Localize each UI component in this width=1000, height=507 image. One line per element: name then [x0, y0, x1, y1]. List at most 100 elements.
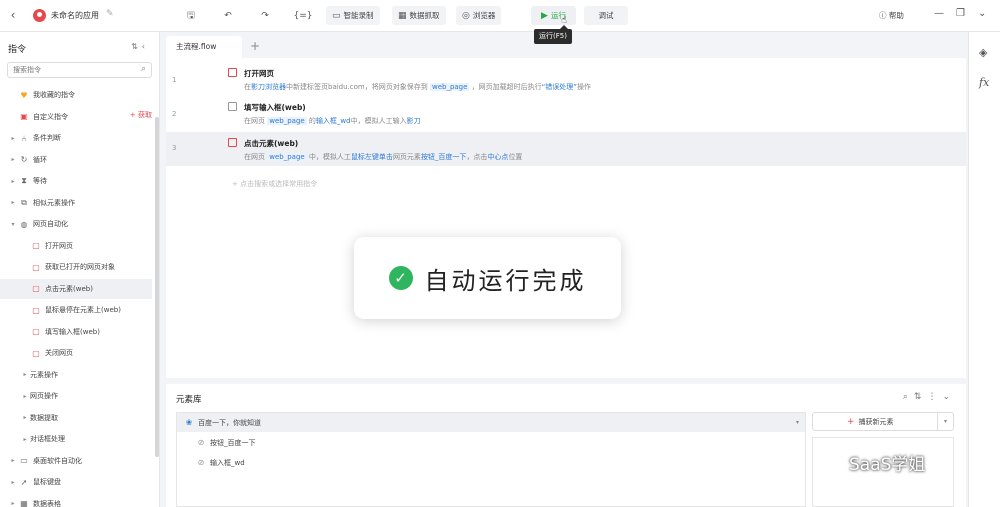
add-instruction-hint[interactable]: + 点击搜索或选择常用指令	[232, 179, 317, 189]
get-custom-link[interactable]: + 获取	[130, 110, 152, 120]
chevron-right-icon[interactable]: ▸	[20, 393, 30, 400]
sort-icon[interactable]: ⇅	[914, 392, 928, 402]
scrollbar[interactable]	[155, 117, 159, 457]
smart-record-button[interactable]: ▭ 智能录制	[326, 6, 380, 25]
app-name[interactable]: 未命名的应用	[51, 10, 99, 21]
element-item[interactable]: ⊘ 按钮_百度一下	[177, 433, 805, 452]
chevron-right-icon[interactable]: ▸	[20, 436, 30, 443]
tree-item[interactable]: ▢ 点击元素(web)	[0, 278, 152, 299]
param-token[interactable]: 按钮_百度一下	[421, 153, 467, 161]
layers-icon[interactable]: ◈	[979, 46, 987, 59]
param-token[interactable]: “错误处理”	[542, 83, 577, 91]
tree-item[interactable]: ▸ ⧉ 相似元素操作	[0, 193, 152, 213]
more-icon[interactable]: ⋮	[927, 392, 942, 402]
back-chevron-icon[interactable]: ‹	[6, 8, 20, 22]
function-icon[interactable]: fx	[979, 76, 989, 89]
tree-item[interactable]: ▸ ⧗ 等待	[0, 171, 152, 191]
chevron-right-icon[interactable]: ▸	[8, 135, 18, 142]
completion-toast: ✓ 自动运行完成	[354, 237, 621, 319]
tree-item[interactable]: ▸ ▦ 数据表格	[0, 494, 152, 507]
chevron-right-icon[interactable]: ▸	[20, 371, 30, 378]
braces-icon: {=}	[293, 10, 313, 21]
library-tools: ⌕⇅⋮⌄	[903, 392, 956, 402]
variable-token[interactable]: web_page	[267, 117, 307, 125]
param-token[interactable]: 输入框_wd	[316, 117, 351, 125]
chevron-down-icon[interactable]: ▾	[937, 413, 953, 430]
tree-item[interactable]: ▾ ◍ 网页自动化	[0, 214, 152, 234]
variables-button[interactable]: {=}	[293, 6, 313, 25]
param-token[interactable]: 鼠标左键单击	[351, 153, 393, 161]
chevron-right-icon[interactable]: ▸	[8, 178, 18, 185]
help-button[interactable]: ⓘ 帮助	[879, 10, 904, 21]
add-tab-icon[interactable]: +	[250, 39, 260, 53]
page-icon: ▢	[32, 348, 40, 358]
save-icon: 🖫	[187, 10, 195, 21]
instruction-search: ⌕	[7, 62, 152, 78]
tree-item[interactable]: ▸ ⑃ 条件判断	[0, 128, 152, 148]
tree-item[interactable]: ▸ 对话框处理	[0, 429, 152, 449]
browser-label: 浏览器	[472, 11, 496, 20]
chevron-down-icon[interactable]: ▾	[8, 221, 18, 228]
minimize-icon[interactable]: —	[934, 8, 944, 19]
redo-button[interactable]: ↷	[258, 6, 272, 25]
data-capture-button[interactable]: ▦ 数据抓取	[392, 6, 446, 25]
capture-element-button[interactable]: + 捕获新元素 ▾	[812, 412, 954, 431]
browser-button[interactable]: ◎ 浏览器	[456, 6, 502, 25]
tree-item[interactable]: ▸ 数据提取	[0, 408, 152, 428]
tree-item[interactable]: ▸ ▭ 桌面软件自动化	[0, 451, 152, 471]
search-icon[interactable]: ⌕	[903, 392, 914, 402]
flow-step-selected[interactable]: 3 点击元素(web) 在网页 web_page 中，模拟人工鼠标左键单击网页元…	[166, 132, 966, 166]
tree-item[interactable]: ▸ ↻ 循环	[0, 150, 152, 170]
desc-text: 中，模拟人工	[306, 153, 351, 161]
undo-button[interactable]: ↶	[221, 6, 235, 25]
tree-item[interactable]: ▢ 填写输入框(web)	[0, 322, 152, 342]
chevron-right-icon[interactable]: ▸	[8, 479, 18, 486]
tree-item[interactable]: ▢ 获取已打开的网页对象	[0, 257, 152, 277]
tree-item[interactable]: ▢ 关闭网页	[0, 343, 152, 363]
chevron-right-icon[interactable]: ▸	[8, 500, 18, 507]
param-token[interactable]: 影刀	[407, 117, 421, 125]
variable-token[interactable]: web_page	[429, 83, 470, 91]
search-icon[interactable]: ⌕	[141, 64, 146, 74]
desc-text: 位置	[508, 153, 523, 161]
tree-item[interactable]: ▸ 元素操作	[0, 365, 152, 385]
element-group[interactable]: ❀ 百度一下，你就知道 ▾	[177, 413, 805, 432]
collapse-icon[interactable]: ⌄	[942, 392, 956, 402]
desc-text: ，点击	[466, 153, 488, 161]
element-list: ❀ 百度一下，你就知道 ▾ ⊘ 按钮_百度一下 ⊘ 输入框_wd	[176, 412, 806, 507]
tree-item-label: 桌面软件自动化	[33, 456, 82, 465]
undo-icon: ↶	[224, 10, 232, 21]
param-token[interactable]: 影刀浏览器	[251, 83, 286, 91]
chevron-down-icon[interactable]: ▾	[796, 419, 799, 426]
variable-token[interactable]: web_page	[267, 153, 307, 161]
capture-label: 捕获新元素	[858, 417, 894, 426]
help-icon: ⓘ	[879, 11, 887, 20]
tree-item[interactable]: ▸ 网页操作	[0, 386, 152, 406]
help-label: 帮助	[888, 11, 904, 20]
run-button[interactable]: ▶ 运行	[531, 6, 576, 25]
tree-item[interactable]: ▸ ➚ 鼠标键盘	[0, 472, 152, 492]
search-input[interactable]	[8, 63, 128, 77]
chevron-right-icon[interactable]: ▸	[8, 457, 18, 464]
debug-button[interactable]: 调试	[584, 6, 628, 25]
tree-item[interactable]: ♥ 我收藏的指令	[0, 85, 152, 105]
chevron-right-icon[interactable]: ▸	[20, 414, 30, 421]
group-label: 百度一下，你就知道	[198, 418, 261, 427]
branch-icon: ⑃	[21, 133, 27, 143]
param-token[interactable]: 中心点	[487, 153, 508, 161]
flow-step[interactable]: 2 填写输入框(web) 在网页 web_page 的输入框_wd中，模拟人工输…	[166, 98, 966, 132]
maximize-icon[interactable]: ❐	[956, 8, 965, 19]
sort-icon[interactable]: ⇅	[131, 42, 142, 51]
save-button[interactable]: 🖫	[184, 6, 198, 25]
flow-step[interactable]: 1 打开网页 在影刀浏览器中新建标签页baidu.com，将网页对象保存到 we…	[166, 64, 966, 98]
collapse-panel-icon[interactable]: ‹	[142, 42, 149, 51]
edit-name-icon[interactable]: ✎	[106, 9, 114, 19]
element-item[interactable]: ⊘ 输入框_wd	[177, 453, 805, 472]
tree-item[interactable]: ▢ 鼠标悬停在元素上(web)	[0, 300, 152, 320]
check-circle-icon: ✓	[388, 266, 413, 290]
tab-main-flow[interactable]: 主流程.flow	[166, 36, 242, 58]
chevron-down-icon[interactable]: ⌄	[978, 8, 986, 19]
chevron-right-icon[interactable]: ▸	[8, 199, 18, 206]
tree-item[interactable]: ▢ 打开网页	[0, 236, 152, 256]
chevron-right-icon[interactable]: ▸	[8, 156, 18, 163]
